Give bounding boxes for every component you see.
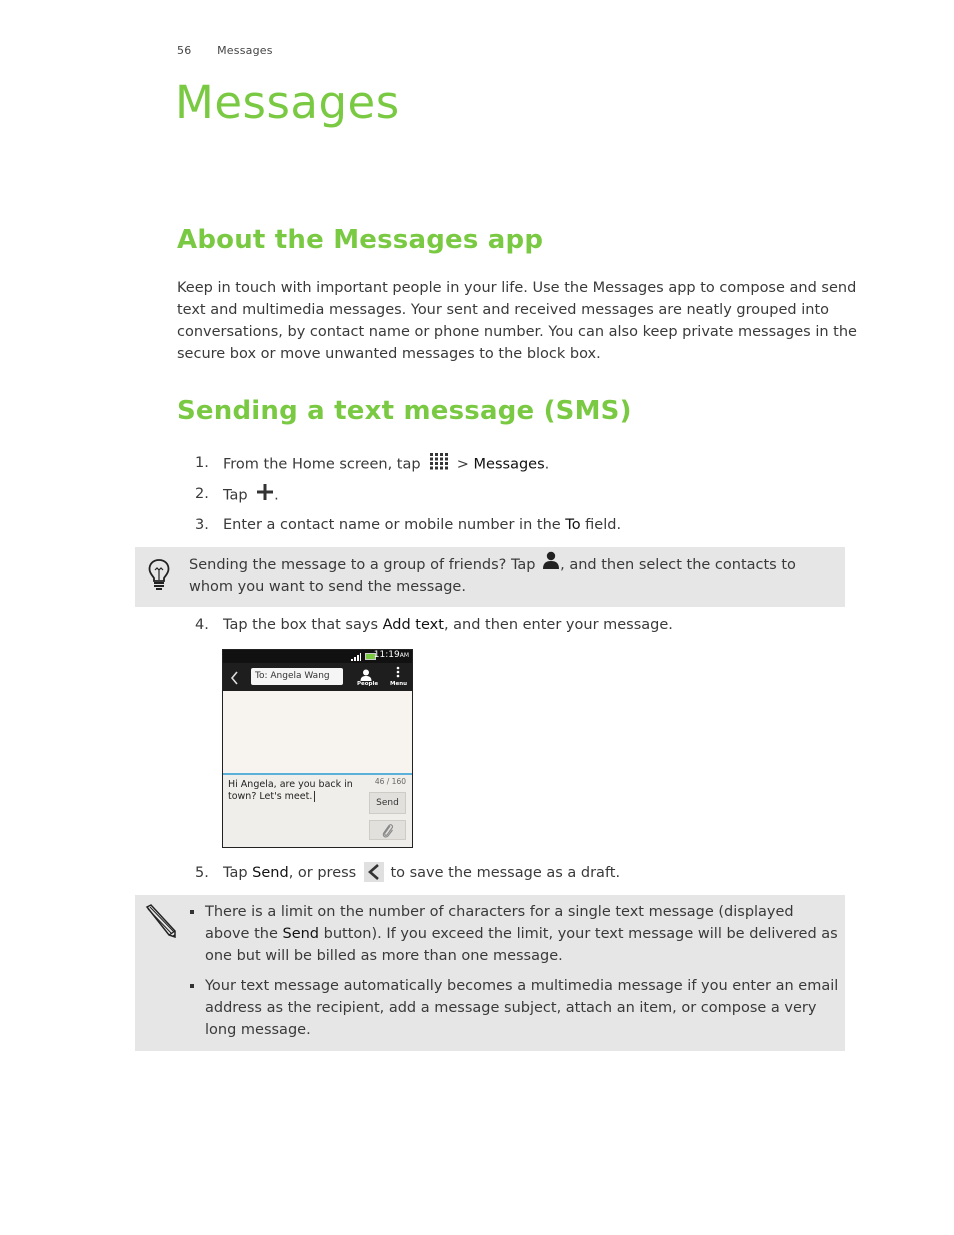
step-number: 2. [195, 486, 209, 502]
paperclip-icon [381, 824, 395, 843]
step-text: Tap [223, 487, 248, 504]
step-bold: Send [252, 865, 289, 881]
menu-label: Menu [390, 681, 408, 687]
person-icon [542, 551, 560, 576]
note-item: There is a limit on the number of charac… [188, 901, 840, 967]
phone-screenshot: 11:19AM To: Angela Wang People Menu Hi A… [222, 649, 413, 848]
sending-heading: Sending a text message (SMS) [177, 396, 632, 426]
page-number: 56 [177, 44, 192, 57]
people-label: People [357, 681, 379, 687]
step-text: Tap the box that says [223, 617, 383, 633]
note-item: Your text message automatically becomes … [188, 975, 840, 1041]
send-button[interactable]: Send [369, 792, 406, 814]
running-header-section: Messages [217, 44, 273, 57]
step-bold: Add text [382, 617, 444, 633]
text-cursor [314, 791, 316, 802]
about-paragraph: Keep in touch with important people in y… [177, 280, 857, 362]
message-input[interactable]: Hi Angela, are you back in town? Let's m… [228, 779, 358, 803]
char-counter: 46 / 160 [374, 777, 406, 786]
tip-text: Sending the message to a group of friend… [189, 551, 839, 598]
step-number: 3. [195, 517, 209, 533]
plus-icon [256, 483, 274, 508]
step-4: 4. Tap the box that says Add text, and t… [195, 614, 815, 636]
running-header: 56 Messages [177, 44, 273, 57]
lightbulb-icon [147, 558, 171, 594]
back-chevron-icon [363, 861, 384, 882]
step-text: Enter a contact name or mobile number in… [223, 517, 566, 533]
step-3: 3. Enter a contact name or mobile number… [195, 514, 815, 536]
step-text: From the Home screen, tap [223, 456, 421, 473]
step-number: 1. [195, 455, 209, 471]
conversation-area [223, 691, 412, 773]
chapter-title: Messages [175, 76, 400, 129]
action-bar: To: Angela Wang People Menu [223, 663, 412, 691]
status-time: 11:19AM [373, 650, 409, 660]
step-1: 1. From the Home screen, tap > Messages. [195, 452, 815, 474]
step-text: Tap [223, 865, 253, 881]
compose-area: Hi Angela, are you back in town? Let's m… [223, 773, 412, 847]
tip-callout: Sending the message to a group of friend… [135, 547, 845, 607]
step-number: 4. [195, 617, 209, 633]
step-5: 5. Tap Send, or press to save the messag… [195, 861, 815, 884]
step-2: 2. Tap . [195, 483, 815, 505]
to-field[interactable]: To: Angela Wang [251, 668, 343, 685]
note-callout: There is a limit on the number of charac… [135, 895, 845, 1051]
pencil-icon [143, 904, 177, 942]
attach-button[interactable] [369, 820, 406, 840]
all-apps-grid-icon [429, 452, 449, 477]
step-bold: To [565, 517, 581, 533]
status-bar: 11:19AM [223, 650, 412, 663]
step-number: 5. [195, 865, 209, 881]
back-icon[interactable] [230, 670, 239, 689]
note-list: There is a limit on the number of charac… [188, 901, 840, 1049]
about-heading: About the Messages app [177, 225, 544, 255]
step-bold: Messages [473, 456, 545, 473]
